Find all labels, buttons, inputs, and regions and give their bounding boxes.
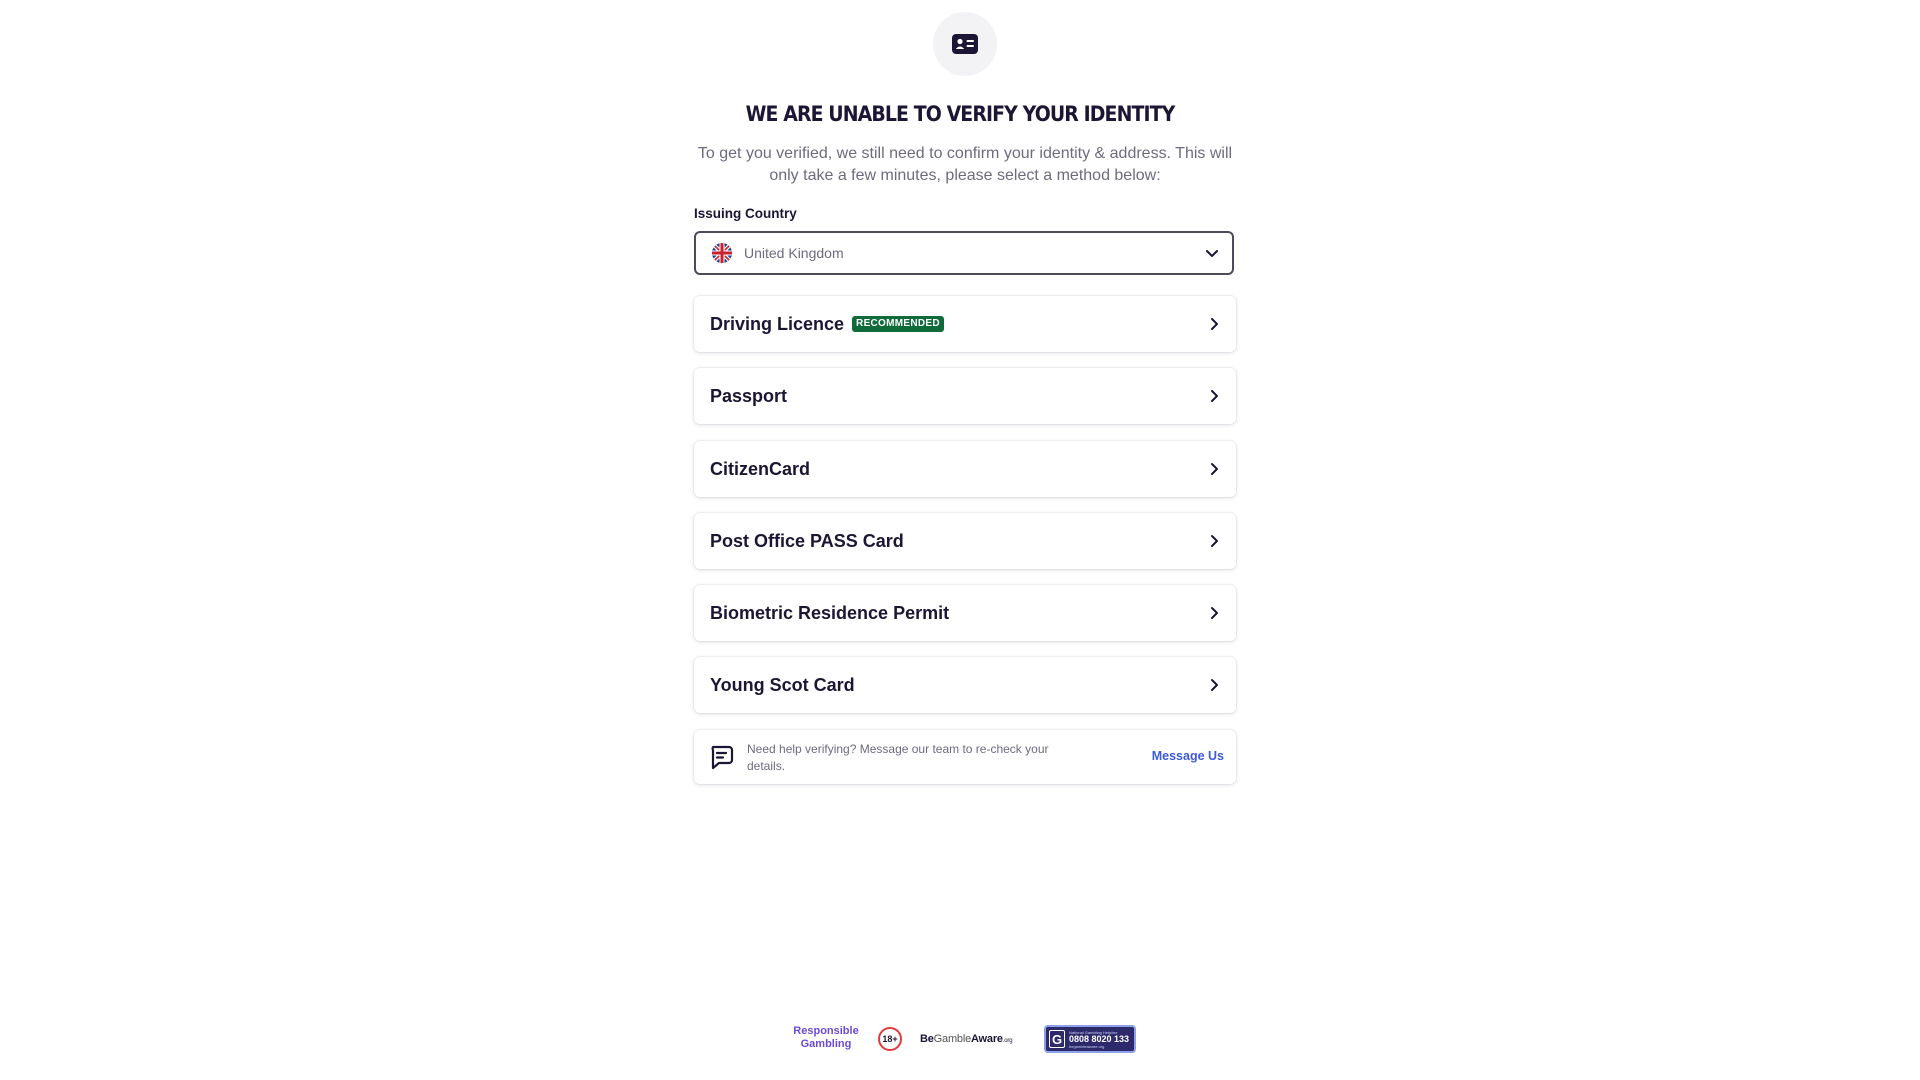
method-label: Driving Licence — [710, 313, 845, 334]
uk-flag-icon — [712, 243, 732, 263]
method-label: Young Scot Card — [710, 674, 855, 695]
method-young-scot-card[interactable]: Young Scot Card — [694, 657, 1236, 713]
help-text: Need help verifying? Message our team to… — [747, 742, 1049, 773]
recommended-badge: RECOMMENDED — [852, 316, 944, 332]
helpline-text: National Gambling Helpline 0808 8020 133… — [1069, 1030, 1129, 1049]
begambleaware-logo[interactable]: BeGambleAware.org — [920, 1033, 1013, 1045]
issuing-country-value: United Kingdom — [744, 245, 844, 261]
method-passport[interactable]: Passport — [694, 368, 1236, 424]
method-driving-licence[interactable]: Driving Licence RECOMMENDED — [694, 296, 1236, 352]
chevron-right-icon — [1211, 607, 1218, 619]
bga-be: Be — [920, 1033, 934, 1045]
help-message-box: Need help verifying? Message our team to… — [694, 730, 1236, 784]
gambling-helpline-logo[interactable]: G National Gambling Helpline 0808 8020 1… — [1044, 1025, 1136, 1053]
method-citizencard[interactable]: CitizenCard — [694, 441, 1236, 497]
method-label: Post Office PASS Card — [710, 530, 904, 551]
method-post-office-pass-card[interactable]: Post Office PASS Card — [694, 513, 1236, 569]
issuing-country-select[interactable]: United Kingdom — [694, 231, 1234, 275]
method-label: Passport — [710, 385, 788, 406]
chevron-right-icon — [1211, 535, 1218, 547]
footer-logos: Responsible Gambling 18+ BeGambleAware.o… — [0, 1022, 1920, 1058]
method-label: Biometric Residence Permit — [710, 602, 950, 623]
id-card-icon-circle — [933, 12, 997, 76]
page-title: WE ARE UNABLE TO VERIFY YOUR IDENTITY — [745, 102, 1176, 126]
chevron-right-icon — [1211, 463, 1218, 475]
bga-gamble: Gamble — [933, 1033, 972, 1045]
method-label: CitizenCard — [710, 458, 811, 479]
chevron-right-icon — [1211, 679, 1218, 691]
helpline-number: 0808 8020 133 — [1069, 1033, 1130, 1044]
method-biometric-residence-permit[interactable]: Biometric Residence Permit — [694, 585, 1236, 641]
chevron-down-icon — [1206, 250, 1218, 257]
message-us-link[interactable]: Message Us — [1152, 749, 1224, 763]
chevron-right-icon — [1211, 390, 1218, 402]
identity-verification-page: WE ARE UNABLE TO VERIFY YOUR IDENTITY To… — [0, 0, 1920, 1080]
id-card-icon — [952, 34, 978, 54]
bga-org: .org — [1002, 1038, 1013, 1044]
chevron-right-icon — [1211, 318, 1218, 330]
gamcare-g-icon: G — [1049, 1030, 1065, 1048]
age-restriction-badge: 18+ — [878, 1027, 902, 1051]
bga-aware: Aware — [971, 1033, 1003, 1045]
helpline-sub: begambleaware.org — [1069, 1043, 1105, 1049]
responsible-gambling-logo[interactable]: Responsible Gambling — [786, 1025, 866, 1051]
chat-bubble-icon — [711, 745, 734, 770]
page-subtitle: To get you verified, we still need to co… — [697, 145, 1233, 184]
issuing-country-label: Issuing Country — [694, 206, 797, 221]
